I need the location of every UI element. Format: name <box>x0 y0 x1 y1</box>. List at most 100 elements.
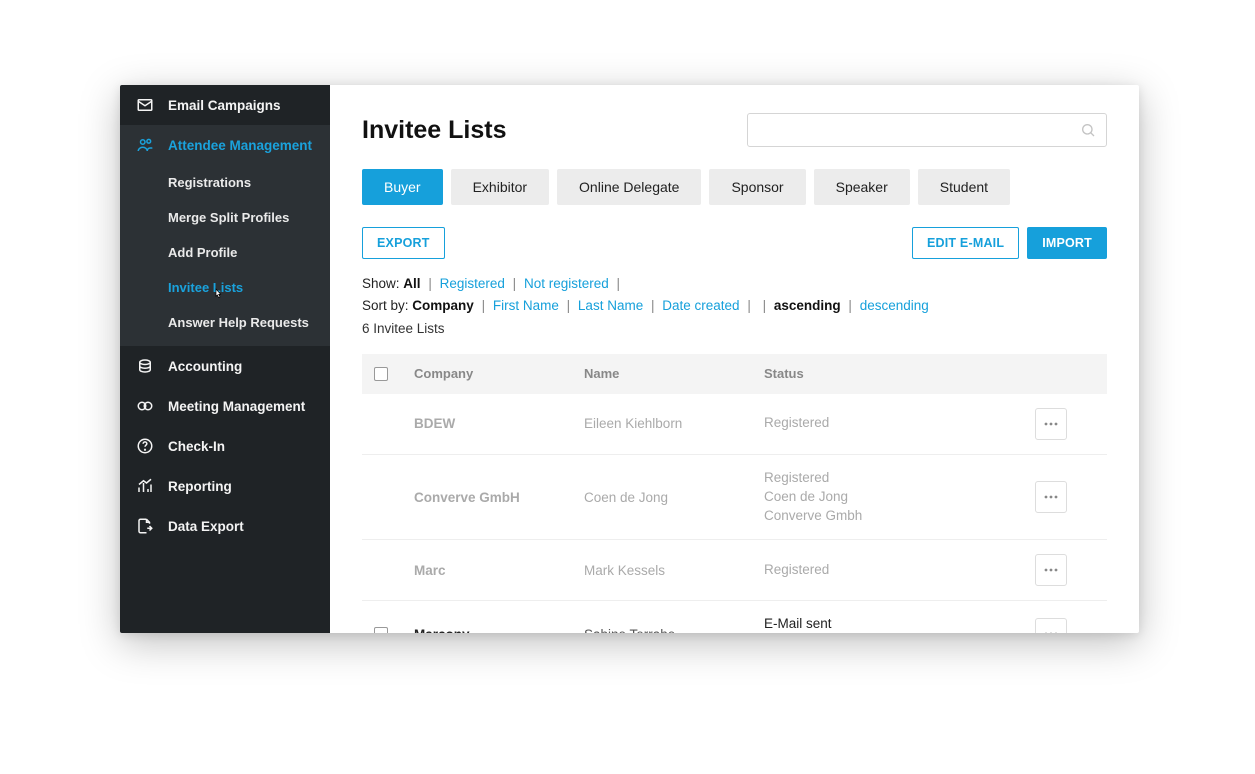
order-descending[interactable]: descending <box>860 298 929 313</box>
dots-icon <box>1044 632 1058 633</box>
sidebar-item-invitee-lists[interactable]: Invitee Lists <box>120 270 330 305</box>
sidebar-item-label: Reporting <box>168 479 232 494</box>
sort-company[interactable]: Company <box>412 298 474 313</box>
separator: | <box>759 298 771 313</box>
chart-icon <box>136 477 154 495</box>
sidebar-item-label: Attendee Management <box>168 138 312 153</box>
separator: | <box>647 298 659 313</box>
sidebar-item-registrations[interactable]: Registrations <box>120 165 330 200</box>
sidebar-item-label: Accounting <box>168 359 242 374</box>
sidebar-item-meeting-management[interactable]: Meeting Management <box>120 386 330 426</box>
sort-label: Sort by: <box>362 298 409 313</box>
table-row[interactable]: MarcMark KesselsRegistered <box>362 540 1107 601</box>
col-name[interactable]: Name <box>584 366 764 381</box>
separator: | <box>844 298 856 313</box>
cell-status: Registered <box>764 561 1035 580</box>
separator: | <box>424 276 436 291</box>
cell-status: RegisteredCoen de JongConverve Gmbh <box>764 469 1035 526</box>
export-icon <box>136 517 154 535</box>
sidebar-item-label: Invitee Lists <box>168 280 243 295</box>
page-header: Invitee Lists <box>362 113 1107 147</box>
tab-speaker[interactable]: Speaker <box>814 169 910 205</box>
order-ascending[interactable]: ascending <box>774 298 841 313</box>
sidebar-submenu: Registrations Merge Split Profiles Add P… <box>120 165 330 346</box>
tab-sponsor[interactable]: Sponsor <box>709 169 805 205</box>
page-title: Invitee Lists <box>362 116 507 145</box>
col-status[interactable]: Status <box>764 366 1035 381</box>
cell-name: Mark Kessels <box>584 563 764 578</box>
result-count: 6 Invitee Lists <box>362 318 1107 340</box>
show-not-registered[interactable]: Not registered <box>524 276 609 291</box>
dots-icon <box>1044 495 1058 499</box>
show-label: Show: <box>362 276 400 291</box>
cell-company: Converve GmbH <box>414 490 584 505</box>
more-button[interactable] <box>1035 554 1067 586</box>
sidebar-item-accounting[interactable]: Accounting <box>120 346 330 386</box>
sidebar-item-email-campaigns[interactable]: Email Campaigns <box>120 85 330 125</box>
show-all[interactable]: All <box>403 276 420 291</box>
sidebar-item-check-in[interactable]: Check-In <box>120 426 330 466</box>
sidebar-item-label: Data Export <box>168 519 244 534</box>
more-button[interactable] <box>1035 481 1067 513</box>
cell-company: Marcony <box>414 627 584 633</box>
more-button[interactable] <box>1035 408 1067 440</box>
table-body: BDEWEileen KiehlbornRegisteredConverve G… <box>362 394 1107 633</box>
sidebar-item-reporting[interactable]: Reporting <box>120 466 330 506</box>
show-registered[interactable]: Registered <box>440 276 505 291</box>
cell-name: Eileen Kiehlborn <box>584 416 764 431</box>
question-circle-icon <box>136 437 154 455</box>
tabs: Buyer Exhibitor Online Delegate Sponsor … <box>362 169 1107 205</box>
sidebar-item-data-export[interactable]: Data Export <box>120 506 330 546</box>
actions-row: EXPORT EDIT E-MAIL IMPORT <box>362 227 1107 259</box>
sidebar-item-label: Email Campaigns <box>168 98 281 113</box>
separator: | <box>478 298 490 313</box>
sidebar-item-label: Check-In <box>168 439 225 454</box>
col-company[interactable]: Company <box>414 366 584 381</box>
tab-online-delegate[interactable]: Online Delegate <box>557 169 701 205</box>
coins-icon <box>136 357 154 375</box>
sort-date-created[interactable]: Date created <box>662 298 739 313</box>
export-button[interactable]: EXPORT <box>362 227 445 259</box>
sort-first-name[interactable]: First Name <box>493 298 559 313</box>
sidebar-item-label: Meeting Management <box>168 399 305 414</box>
more-button[interactable] <box>1035 618 1067 633</box>
sidebar-item-answer-help[interactable]: Answer Help Requests <box>120 305 330 340</box>
sort-last-name[interactable]: Last Name <box>578 298 643 313</box>
main-content: Invitee Lists Buyer Exhibitor Online Del… <box>330 85 1139 633</box>
separator: | <box>743 298 755 313</box>
table-header: Company Name Status <box>362 354 1107 394</box>
app-window: Email Campaigns Attendee Management Regi… <box>120 85 1139 633</box>
separator: | <box>613 276 625 291</box>
dots-icon <box>1044 422 1058 426</box>
search-icon <box>1080 122 1096 138</box>
sidebar-item-merge-split[interactable]: Merge Split Profiles <box>120 200 330 235</box>
dots-icon <box>1044 568 1058 572</box>
edit-email-button[interactable]: EDIT E-MAIL <box>912 227 1019 259</box>
cell-name: Coen de Jong <box>584 490 764 505</box>
cell-name: Sabine Terrahe <box>584 627 764 633</box>
tab-buyer[interactable]: Buyer <box>362 169 443 205</box>
table: Company Name Status BDEWEileen Kiehlborn… <box>362 354 1107 633</box>
cell-company: Marc <box>414 563 584 578</box>
envelope-icon <box>136 96 154 114</box>
cell-status: E-Mail sent2018-12-06 11:14:46 <box>764 615 1035 633</box>
tab-student[interactable]: Student <box>918 169 1010 205</box>
table-row[interactable]: BDEWEileen KiehlbornRegistered <box>362 394 1107 455</box>
search-input[interactable] <box>747 113 1107 147</box>
import-button[interactable]: IMPORT <box>1027 227 1107 259</box>
tab-exhibitor[interactable]: Exhibitor <box>451 169 549 205</box>
filters: Show: All | Registered | Not registered … <box>362 273 1107 340</box>
sidebar-item-add-profile[interactable]: Add Profile <box>120 235 330 270</box>
row-checkbox[interactable] <box>374 627 388 633</box>
cell-status: Registered <box>764 414 1035 433</box>
separator: | <box>563 298 575 313</box>
table-row[interactable]: Converve GmbHCoen de JongRegisteredCoen … <box>362 455 1107 541</box>
users-icon <box>136 136 154 154</box>
sidebar: Email Campaigns Attendee Management Regi… <box>120 85 330 633</box>
link-icon <box>136 397 154 415</box>
select-all-checkbox[interactable] <box>374 367 388 381</box>
table-row[interactable]: MarconySabine TerraheE-Mail sent2018-12-… <box>362 601 1107 633</box>
separator: | <box>509 276 521 291</box>
cell-company: BDEW <box>414 416 584 431</box>
sidebar-item-attendee-management[interactable]: Attendee Management <box>120 125 330 165</box>
